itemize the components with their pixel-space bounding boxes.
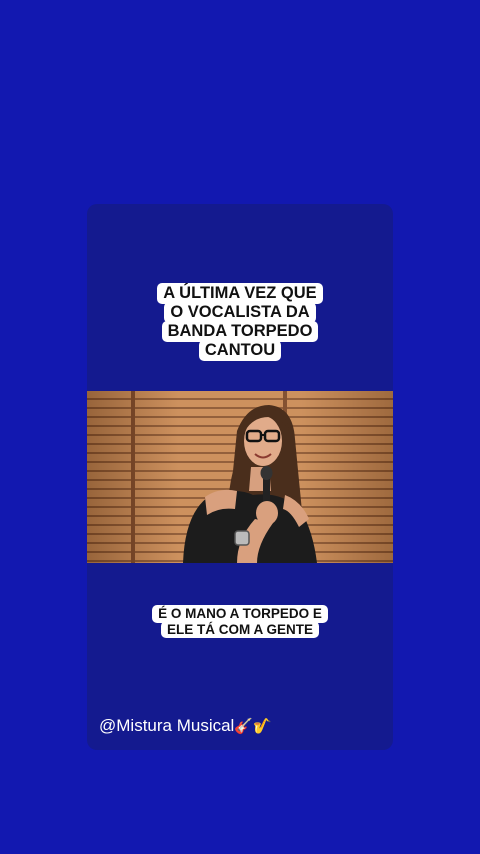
- video-frame[interactable]: [87, 391, 393, 563]
- singer-figure: [183, 405, 317, 563]
- bottom-caption-line: É O MANO A TORPEDO E: [152, 605, 328, 623]
- account-handle-text: @Mistura Musical: [99, 716, 235, 735]
- guitar-sax-emoji-icon: 🎸🎷: [234, 718, 272, 735]
- top-caption: A ÚLTIMA VEZ QUE O VOCALISTA DA BANDA TO…: [87, 283, 393, 361]
- account-handle[interactable]: @Mistura Musical🎸🎷: [99, 716, 272, 736]
- bottom-caption: É O MANO A TORPEDO E ELE TÁ COM A GENTE: [87, 605, 393, 639]
- bottom-caption-line: ELE TÁ COM A GENTE: [160, 620, 319, 639]
- top-caption-line: O VOCALISTA DA: [164, 302, 316, 323]
- top-caption-line: BANDA TORPEDO: [161, 321, 319, 342]
- top-caption-line: CANTOU: [198, 340, 282, 361]
- story-screen: A ÚLTIMA VEZ QUE O VOCALISTA DA BANDA TO…: [0, 0, 480, 854]
- story-card: A ÚLTIMA VEZ QUE O VOCALISTA DA BANDA TO…: [87, 204, 393, 750]
- top-caption-line: A ÚLTIMA VEZ QUE: [157, 283, 323, 304]
